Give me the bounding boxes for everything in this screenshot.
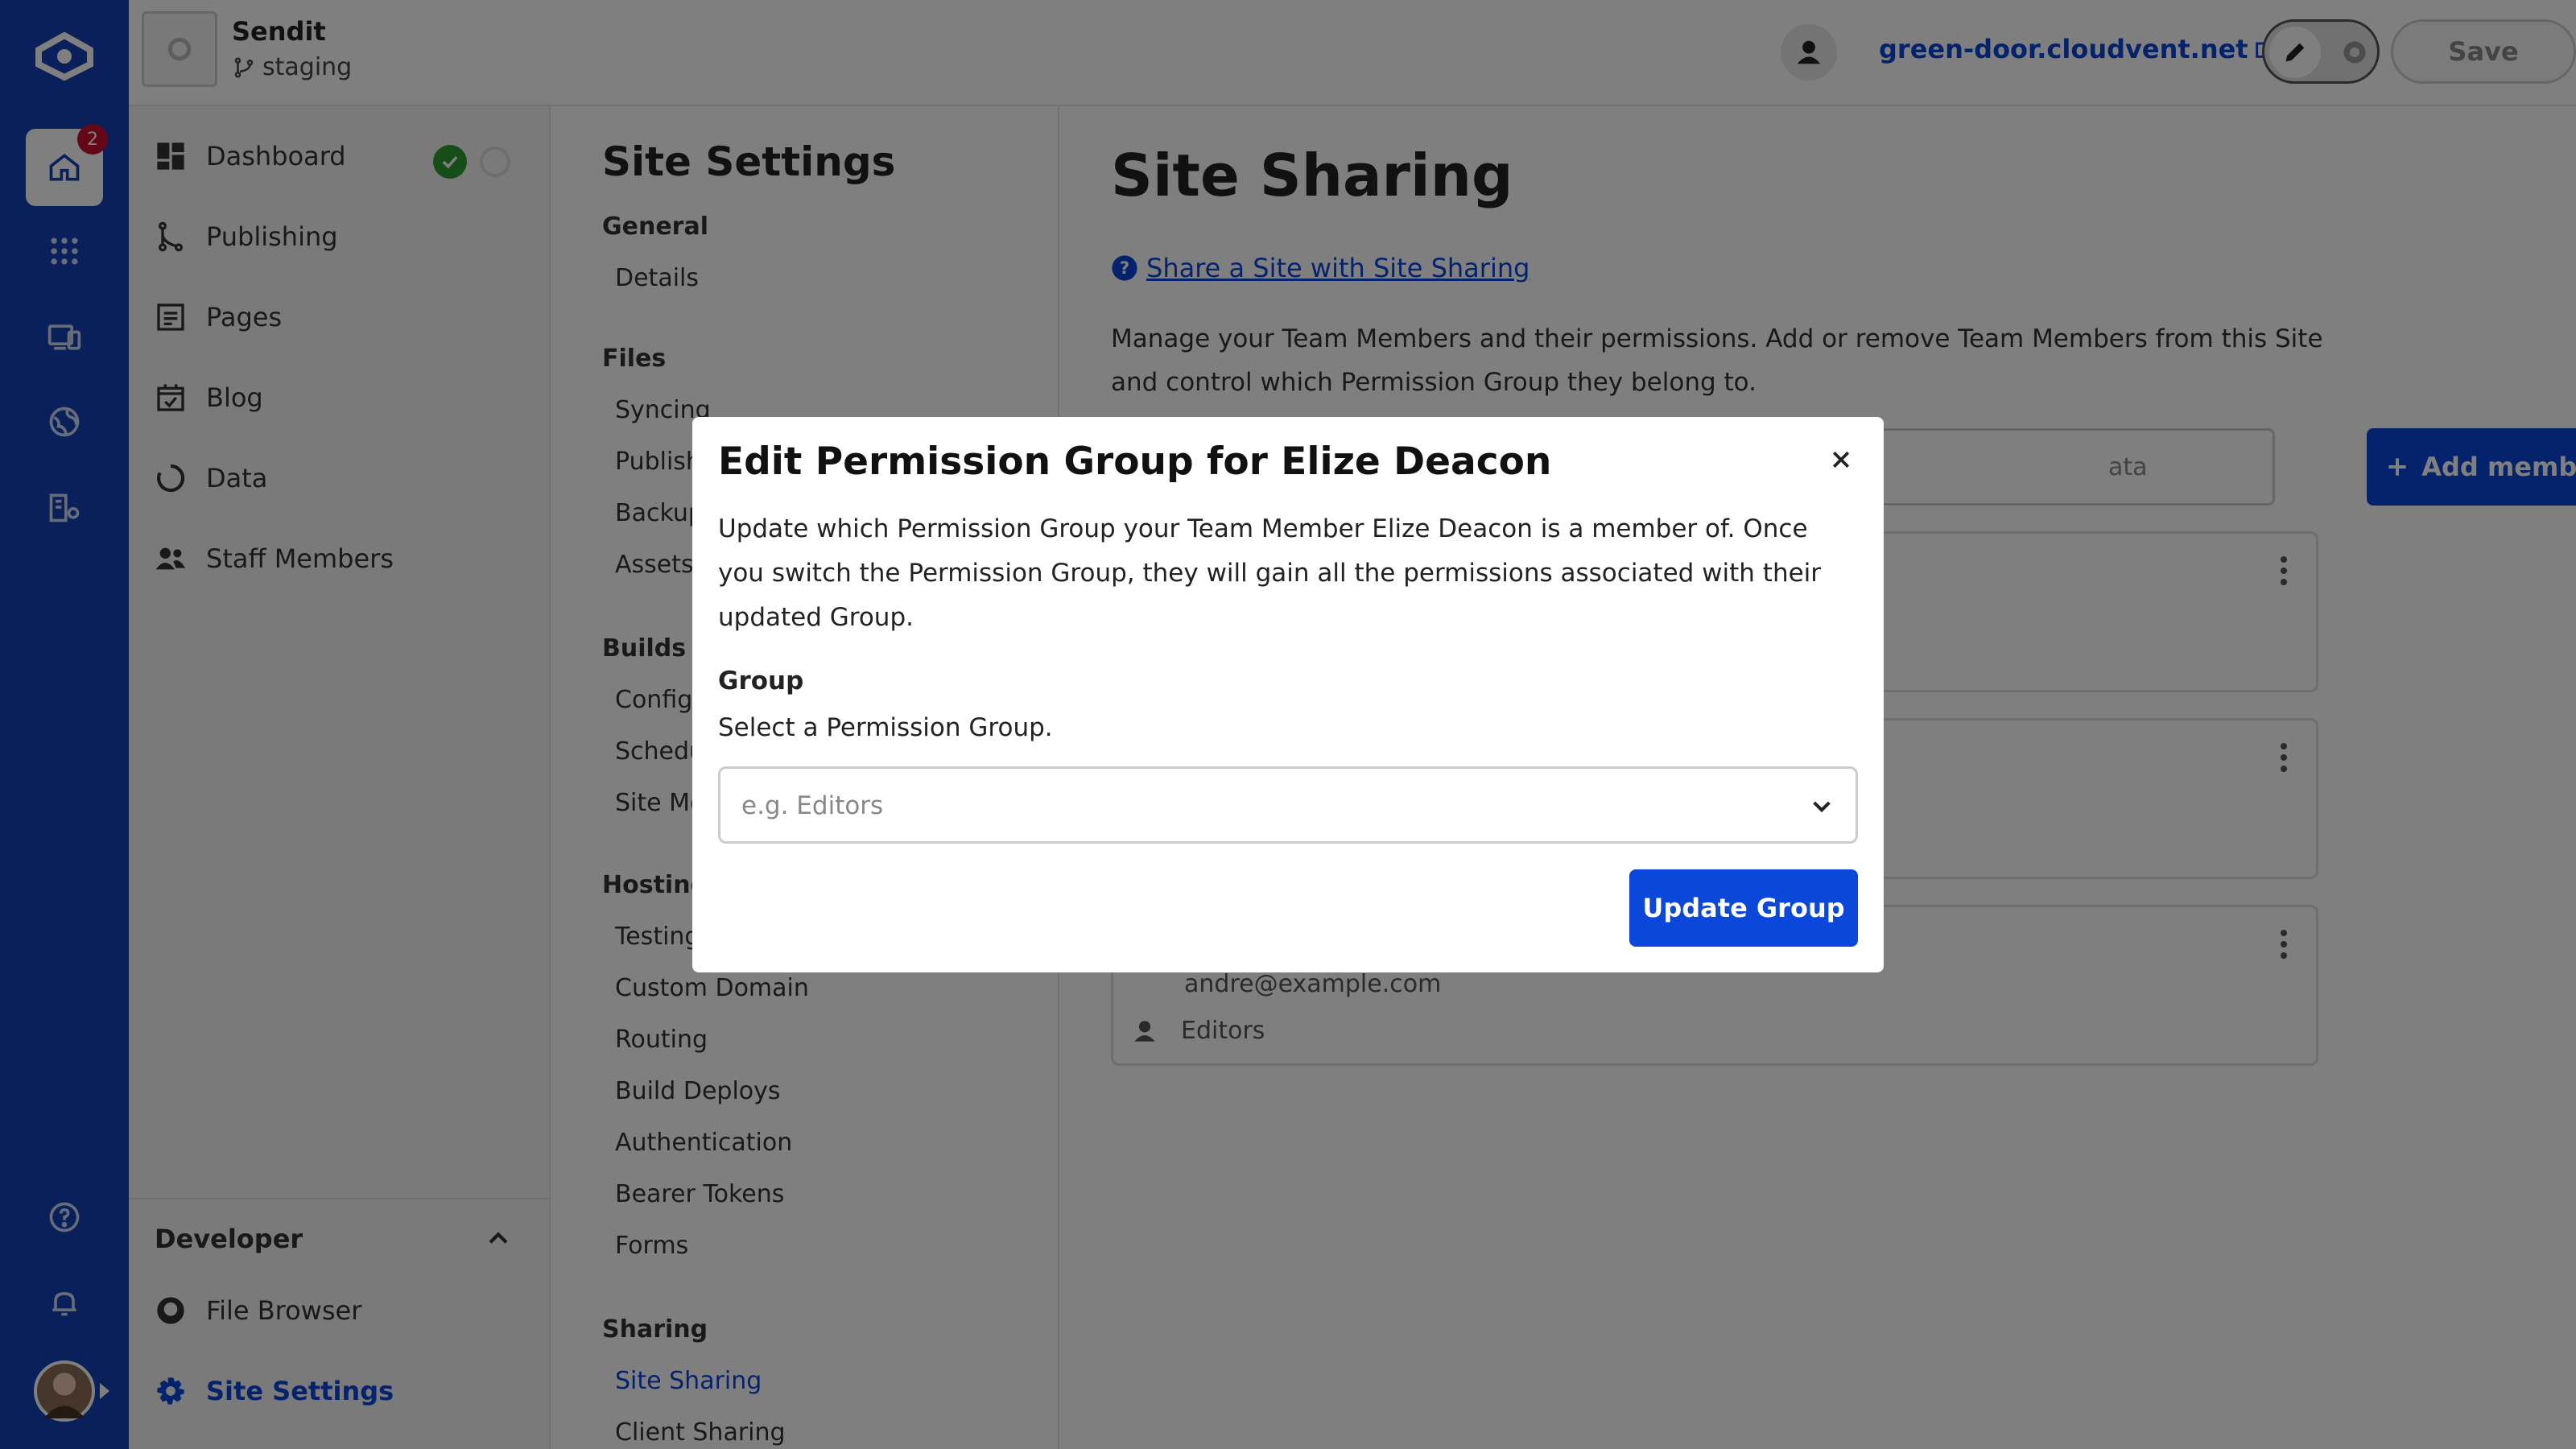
modal-title: Edit Permission Group for Elize Deacon	[718, 440, 1552, 484]
modal-body: Update which Permission Group your Team …	[718, 514, 1822, 632]
close-icon	[1832, 451, 1850, 469]
group-field-label: Group	[718, 667, 804, 696]
group-select[interactable]: e.g. Editors	[718, 766, 1858, 844]
group-select-placeholder: e.g. Editors	[741, 791, 884, 820]
chevron-down-icon	[1813, 801, 1831, 813]
group-field-help: Select a Permission Group.	[718, 713, 1053, 742]
close-button[interactable]	[1823, 441, 1860, 478]
edit-permission-modal: Edit Permission Group for Elize Deacon U…	[692, 417, 1884, 972]
update-group-button[interactable]: Update Group	[1629, 869, 1858, 947]
